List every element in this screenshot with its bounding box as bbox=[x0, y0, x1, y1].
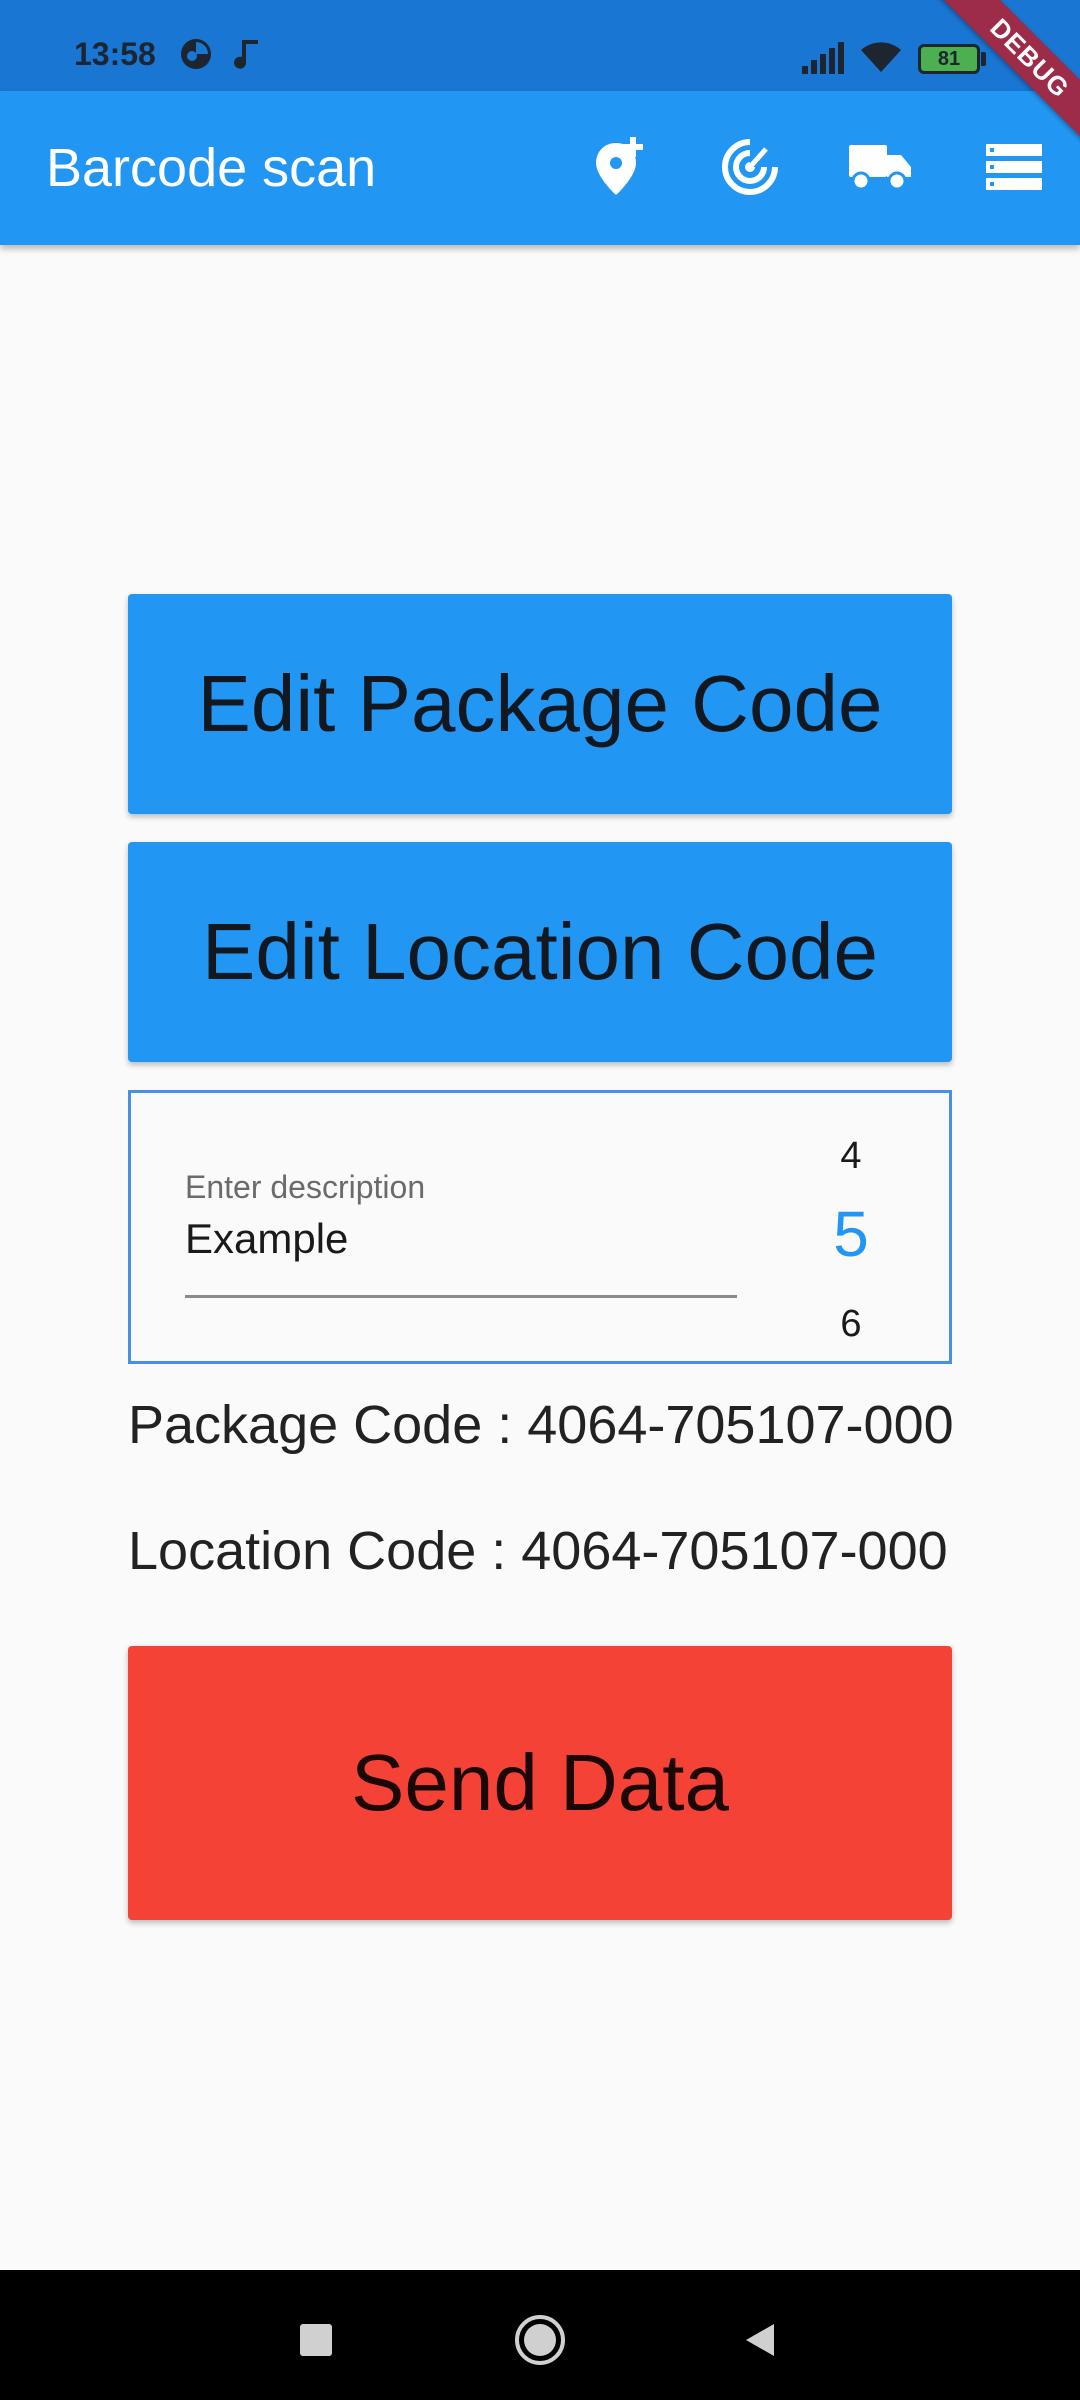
home-button[interactable] bbox=[500, 2300, 580, 2380]
edit-location-code-button[interactable]: Edit Location Code bbox=[128, 842, 952, 1062]
picker-prev-value[interactable]: 4 bbox=[781, 1135, 921, 1178]
radar-icon bbox=[722, 137, 780, 195]
truck-icon bbox=[849, 145, 911, 191]
picker-next-value[interactable]: 6 bbox=[781, 1303, 921, 1346]
description-card: Enter description 4 5 6 bbox=[128, 1090, 952, 1364]
battery-level: 81 bbox=[937, 48, 961, 70]
send-data-button[interactable]: Send Data bbox=[128, 1646, 952, 1920]
add-location-button[interactable] bbox=[580, 127, 660, 207]
back-button[interactable] bbox=[720, 2300, 800, 2380]
status-time: 13:58 bbox=[74, 36, 156, 72]
recents-button[interactable] bbox=[276, 2300, 356, 2380]
truck-button[interactable] bbox=[840, 127, 920, 207]
battery-cap bbox=[981, 52, 986, 66]
description-label: Enter description bbox=[185, 1169, 426, 1205]
app-bar: Barcode scan bbox=[0, 91, 1080, 245]
package-code-text: Package Code : 4064-705107-000 bbox=[128, 1395, 954, 1455]
description-input[interactable] bbox=[185, 1209, 735, 1269]
picker-selected-value[interactable]: 5 bbox=[781, 1197, 921, 1271]
home-icon bbox=[515, 2315, 565, 2365]
circle-status-icon bbox=[178, 36, 214, 77]
number-picker[interactable]: 4 5 6 bbox=[781, 1093, 921, 1361]
radar-button[interactable] bbox=[710, 127, 790, 207]
signal-icon bbox=[800, 40, 846, 81]
status-bar: 13:58 81 bbox=[0, 0, 1080, 91]
list-icon bbox=[986, 144, 1042, 190]
app-title: Barcode scan bbox=[46, 138, 377, 198]
wifi-icon bbox=[858, 38, 904, 79]
back-icon bbox=[746, 2324, 774, 2356]
list-button[interactable] bbox=[974, 127, 1054, 207]
battery-icon: 81 bbox=[918, 44, 980, 74]
navigation-bar bbox=[0, 2270, 1080, 2400]
location-code-text: Location Code : 4064-705107-000 bbox=[128, 1521, 948, 1581]
add-location-icon bbox=[596, 137, 643, 195]
music-note-icon bbox=[230, 36, 262, 77]
description-underline bbox=[185, 1295, 737, 1298]
screen: 13:58 81 Barcode scan DEBUG Edit Package… bbox=[0, 0, 1080, 2400]
recents-icon bbox=[300, 2324, 332, 2356]
edit-package-code-button[interactable]: Edit Package Code bbox=[128, 594, 952, 814]
